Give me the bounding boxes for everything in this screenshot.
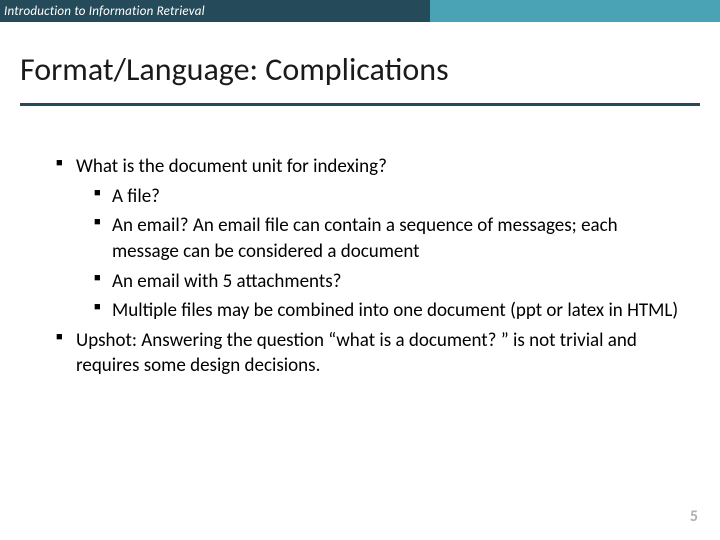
course-title: Introduction to Information Retrieval (4, 4, 205, 19)
slide: Introduction to Information Retrieval Fo… (0, 0, 720, 540)
bullet-text: An email with 5 attachments? (112, 270, 341, 293)
page-number: 5 (690, 507, 698, 526)
bullet-text: A file? (112, 185, 160, 208)
bullet-text: Upshot: Answering the question “what is … (76, 329, 637, 378)
slide-title: Format/Language: Complications (20, 50, 700, 89)
list-item: What is the document unit for indexing? … (56, 154, 680, 324)
header-teal-segment (430, 0, 720, 22)
header-bar: Introduction to Information Retrieval (0, 0, 720, 22)
list-item: An email with 5 attachments? (94, 269, 680, 295)
list-item: An email? An email file can contain a se… (94, 213, 680, 264)
header-dark-segment: Introduction to Information Retrieval (0, 0, 430, 22)
content-area: What is the document unit for indexing? … (0, 106, 720, 379)
title-region: Format/Language: Complications (0, 22, 720, 97)
list-item: A file? (94, 184, 680, 210)
list-item: Upshot: Answering the question “what is … (56, 328, 680, 379)
bullet-text: Multiple files may be combined into one … (112, 299, 678, 322)
bullet-text: What is the document unit for indexing? (76, 155, 387, 178)
bullet-text: An email? An email file can contain a se… (112, 214, 618, 263)
sub-list: A file? An email? An email file can cont… (94, 184, 680, 324)
list-item: Multiple files may be combined into one … (94, 298, 680, 324)
bullet-list: What is the document unit for indexing? … (56, 154, 680, 379)
